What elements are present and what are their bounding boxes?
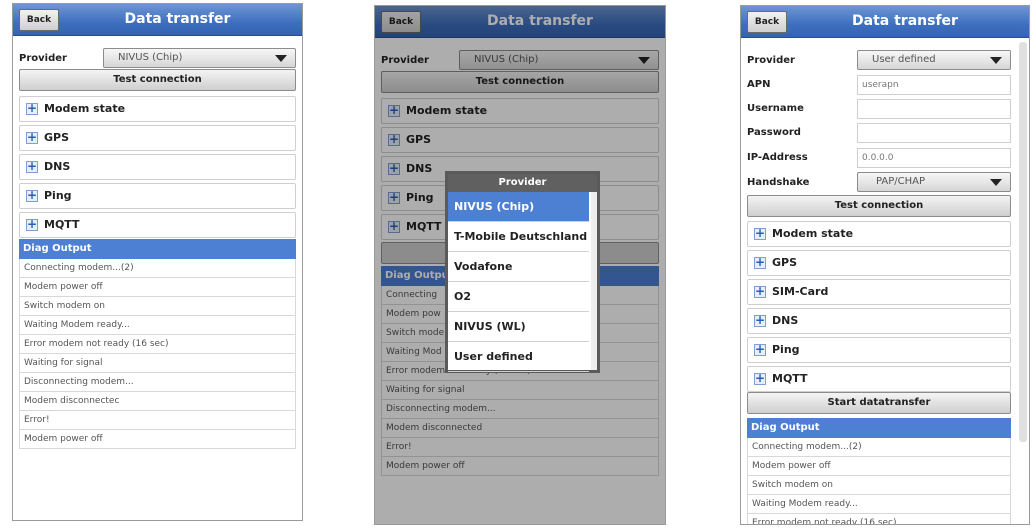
diag-line: Switch modem on <box>19 297 296 316</box>
section-gps[interactable]: + GPS <box>19 125 296 151</box>
screen-provider-chip: Back Data transfer Provider NIVUS (Chip)… <box>12 3 303 521</box>
section-label: DNS <box>44 160 71 173</box>
provider-label: Provider <box>747 55 795 66</box>
start-datatransfer-button[interactable]: Start datatransfer <box>747 392 1011 414</box>
section-modem-state[interactable]: + Modem state <box>19 96 296 122</box>
handshake-label: Handshake <box>747 177 810 188</box>
provider-select[interactable]: User defined <box>857 50 1011 70</box>
diag-output-list[interactable]: Connecting modem...(2) Modem power off S… <box>747 438 1011 524</box>
chevron-down-icon <box>990 179 1002 186</box>
ip-address-label: IP-Address <box>747 152 808 163</box>
expand-plus-icon: + <box>754 371 766 385</box>
username-field[interactable] <box>857 99 1011 119</box>
expand-plus-icon: + <box>26 130 38 144</box>
section-mqtt[interactable]: + MQTT <box>747 366 1011 392</box>
section-label: MQTT <box>772 372 808 385</box>
page-scrollbar[interactable] <box>1019 42 1027 442</box>
expand-plus-icon: + <box>754 226 766 240</box>
expand-plus-icon: + <box>754 342 766 356</box>
diag-line: Modem power off <box>19 430 296 449</box>
section-label: DNS <box>772 314 799 327</box>
expand-plus-icon: + <box>754 284 766 298</box>
chevron-down-icon <box>990 57 1002 64</box>
page-title: Data transfer <box>124 11 231 27</box>
section-ping[interactable]: + Ping <box>747 337 1011 363</box>
section-label: Ping <box>772 343 800 356</box>
diag-line: Modem power off <box>19 278 296 297</box>
section-label: GPS <box>44 131 70 144</box>
section-gps[interactable]: + GPS <box>747 250 1011 276</box>
expand-plus-icon: + <box>26 101 38 115</box>
password-field[interactable] <box>857 123 1011 143</box>
diag-output-header: Diag Output <box>19 239 296 259</box>
popup-option-nivus-chip[interactable]: NIVUS (Chip) <box>448 192 589 222</box>
apn-field[interactable]: userapn <box>857 75 1011 95</box>
popup-option-o2[interactable]: O2 <box>448 282 589 312</box>
diag-line: Modem power off <box>747 457 1011 476</box>
provider-select[interactable]: NIVUS (Chip) <box>103 48 296 68</box>
section-label: GPS <box>772 256 798 269</box>
back-button[interactable]: Back <box>747 11 787 33</box>
test-connection-button[interactable]: Test connection <box>19 69 296 91</box>
diag-line: Modem disconnectec <box>19 392 296 411</box>
title-bar: Back Data transfer <box>13 4 302 36</box>
diag-line: Waiting Modem ready... <box>19 316 296 335</box>
provider-select-value: NIVUS (Chip) <box>118 52 183 63</box>
test-connection-button[interactable]: Test connection <box>747 195 1011 217</box>
chevron-down-icon <box>275 55 287 62</box>
popup-option-vodafone[interactable]: Vodafone <box>448 252 589 282</box>
section-label: MQTT <box>44 218 80 231</box>
section-ping[interactable]: + Ping <box>19 183 296 209</box>
section-label: SIM-Card <box>772 285 829 298</box>
diag-output-list[interactable]: Connecting modem...(2) Modem power off S… <box>19 259 296 449</box>
popup-title: Provider <box>448 174 597 192</box>
back-button[interactable]: Back <box>19 9 59 31</box>
provider-select-value: User defined <box>872 54 936 65</box>
diag-output-header: Diag Output <box>747 418 1011 438</box>
section-label: Ping <box>44 189 72 202</box>
section-sim-card[interactable]: + SIM-Card <box>747 279 1011 305</box>
diag-line: Waiting for signal <box>19 354 296 373</box>
diag-line: Connecting modem...(2) <box>747 438 1011 457</box>
username-label: Username <box>747 103 804 114</box>
diag-line: Error modem not ready (16 sec) <box>19 335 296 354</box>
expand-plus-icon: + <box>754 313 766 327</box>
section-dns[interactable]: + DNS <box>19 154 296 180</box>
screen-provider-popup: Back Data transfer Provider NIVUS (Chip)… <box>374 5 666 525</box>
diag-line: Switch modem on <box>747 476 1011 495</box>
section-label: Modem state <box>772 227 854 240</box>
diag-line: Connecting modem...(2) <box>19 259 296 278</box>
apn-label: APN <box>747 79 771 90</box>
popup-option-t-mobile[interactable]: T-Mobile Deutschland <box>448 222 589 252</box>
diag-line: Error! <box>19 411 296 430</box>
expand-plus-icon: + <box>26 159 38 173</box>
title-bar: Back Data transfer <box>741 6 1029 38</box>
diag-line: Waiting Modem ready... <box>747 495 1011 514</box>
section-label: Modem state <box>44 102 126 115</box>
screen-user-defined: Back Data transfer Provider User defined… <box>740 5 1030 525</box>
handshake-select[interactable]: PAP/CHAP <box>857 172 1011 192</box>
popup-option-nivus-wl[interactable]: NIVUS (WL) <box>448 312 589 342</box>
provider-popup: Provider NIVUS (Chip) T-Mobile Deutschla… <box>445 171 600 373</box>
expand-plus-icon: + <box>754 255 766 269</box>
expand-plus-icon: + <box>26 217 38 231</box>
expand-plus-icon: + <box>26 188 38 202</box>
diag-line: Disconnecting modem... <box>19 373 296 392</box>
page-title: Data transfer <box>852 13 958 29</box>
provider-label: Provider <box>19 53 67 64</box>
password-label: Password <box>747 127 801 138</box>
popup-option-user-defined[interactable]: User defined <box>448 342 589 372</box>
section-modem-state[interactable]: + Modem state <box>747 221 1011 247</box>
section-dns[interactable]: + DNS <box>747 308 1011 334</box>
ip-address-field[interactable]: 0.0.0.0 <box>857 148 1011 168</box>
section-mqtt[interactable]: + MQTT <box>19 212 296 238</box>
diag-line: Error modem not ready (16 sec) <box>747 514 1011 524</box>
popup-scrollbar[interactable] <box>591 192 597 370</box>
handshake-select-value: PAP/CHAP <box>876 176 926 187</box>
